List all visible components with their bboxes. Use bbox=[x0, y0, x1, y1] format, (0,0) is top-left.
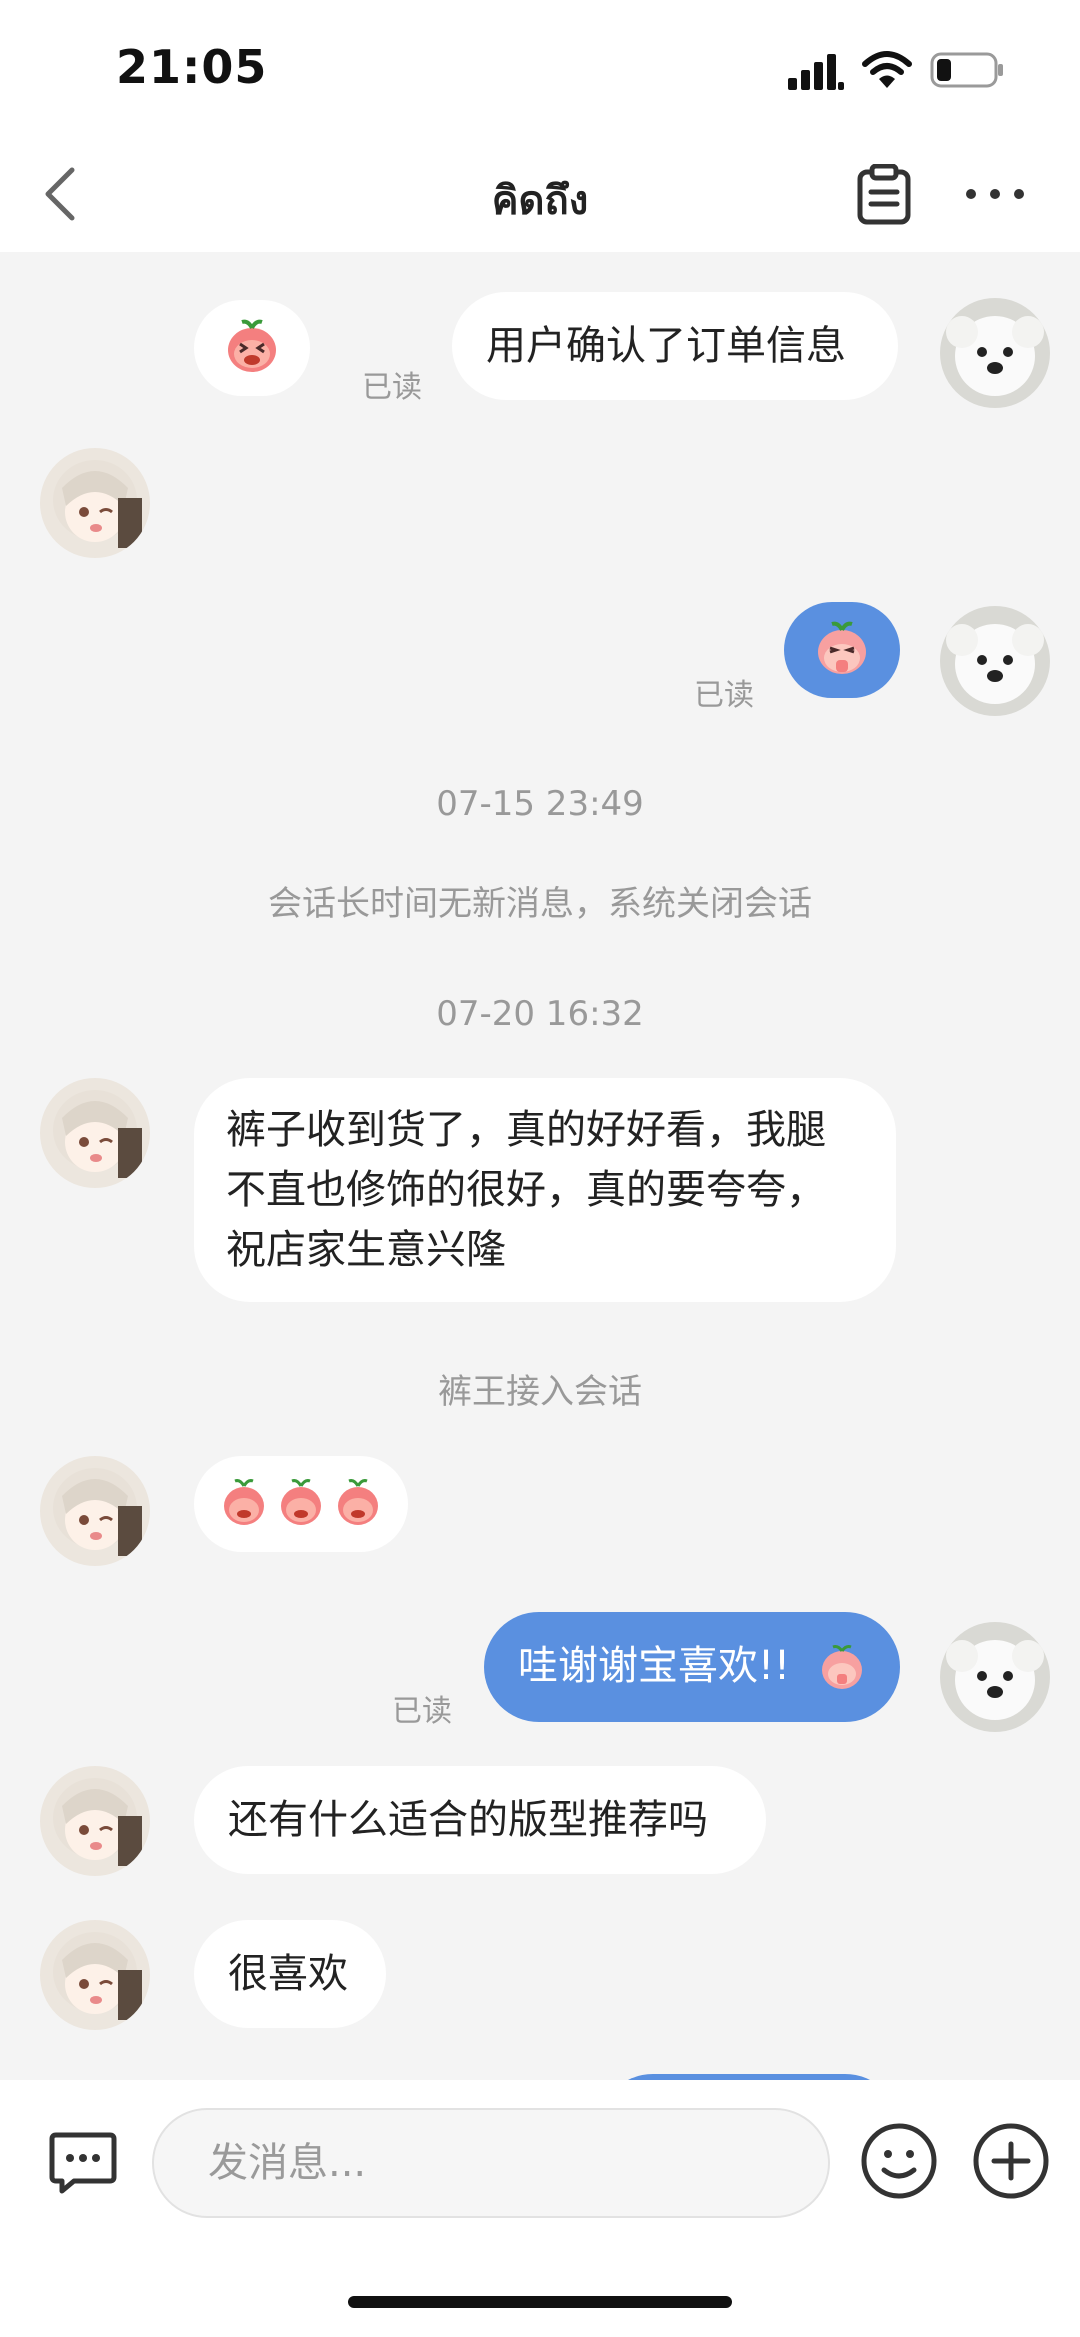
dog-avatar-icon bbox=[940, 298, 1050, 408]
order-button[interactable] bbox=[852, 160, 916, 230]
system-message: 裤王接入会话 bbox=[438, 1372, 642, 1412]
message-input-field[interactable] bbox=[152, 2108, 830, 2218]
input-bar bbox=[0, 2080, 1080, 2337]
sticker-bubble[interactable] bbox=[194, 300, 310, 396]
more-button[interactable] bbox=[960, 162, 1030, 226]
peach-laugh-sticker-group-icon bbox=[224, 1479, 378, 1525]
timestamp: 07-20 16:32 bbox=[436, 994, 644, 1034]
avatar[interactable] bbox=[940, 298, 1050, 408]
chat-bubble-icon bbox=[49, 2132, 117, 2194]
anime-girl-avatar-icon bbox=[40, 1456, 150, 1566]
clipboard-icon bbox=[857, 164, 911, 225]
system-message: 会话长时间无新消息，系统关闭会话 bbox=[268, 884, 812, 924]
wifi-icon bbox=[862, 51, 912, 88]
status-time: 21:05 bbox=[116, 40, 268, 94]
anime-girl-avatar-icon bbox=[40, 1920, 150, 2030]
message-text: 哇谢谢宝喜欢!! bbox=[518, 1643, 791, 1689]
avatar[interactable] bbox=[40, 1078, 150, 1188]
peach-laugh-sticker-icon bbox=[228, 319, 276, 372]
signal-icon bbox=[788, 54, 844, 90]
anime-girl-avatar-icon bbox=[40, 1766, 150, 1876]
avatar[interactable] bbox=[940, 1622, 1050, 1732]
avatar[interactable] bbox=[40, 448, 150, 558]
message-input[interactable] bbox=[208, 2140, 774, 2186]
battery-icon bbox=[930, 52, 1003, 88]
message-bubble[interactable]: 还有什么适合的版型推荐吗 bbox=[194, 1766, 766, 1874]
message-bubble[interactable]: 很喜欢 bbox=[194, 1920, 386, 2028]
quick-reply-button[interactable] bbox=[44, 2124, 122, 2202]
peach-sticker-inline-icon bbox=[822, 1645, 862, 1689]
nav-bar: คิดถึง bbox=[0, 140, 1080, 252]
emoji-button-icon[interactable] bbox=[860, 2122, 938, 2200]
status-bar: 21:05 bbox=[0, 0, 1080, 140]
dog-avatar-icon bbox=[940, 1622, 1050, 1732]
avatar[interactable] bbox=[40, 1766, 150, 1876]
avatar[interactable] bbox=[940, 606, 1050, 716]
avatar[interactable] bbox=[40, 1920, 150, 2030]
anime-girl-avatar-icon bbox=[40, 1078, 150, 1188]
read-receipt: 已读 bbox=[694, 678, 754, 713]
avatar[interactable] bbox=[40, 1456, 150, 1566]
timestamp: 07-15 23:49 bbox=[436, 784, 644, 824]
peach-pray-sticker-icon bbox=[818, 621, 866, 674]
home-indicator bbox=[348, 2296, 732, 2308]
message-bubble[interactable]: 用户确认了订单信息 bbox=[452, 292, 898, 400]
sticker-bubble[interactable] bbox=[194, 1456, 408, 1552]
page-title: คิดถึง bbox=[491, 178, 589, 224]
plus-button-icon[interactable] bbox=[972, 2122, 1050, 2200]
message-bubble[interactable]: 裤子收到货了，真的好好看，我腿不直也修饰的很好，真的要夸夸，祝店家生意兴隆 bbox=[194, 1078, 896, 1302]
read-receipt: 已读 bbox=[392, 1694, 452, 1729]
anime-girl-avatar-icon bbox=[40, 448, 150, 558]
message-bubble[interactable]: 哇谢谢宝喜欢!! bbox=[484, 1612, 900, 1722]
sticker-bubble[interactable] bbox=[784, 602, 900, 698]
dog-avatar-icon bbox=[940, 606, 1050, 716]
read-receipt: 已读 bbox=[362, 370, 422, 405]
more-dots-icon bbox=[966, 189, 1024, 199]
chat-area[interactable]: 用户确认了订单信息 已读 已读 07-15 23:49 会话长时间无新消息，系统… bbox=[0, 252, 1080, 2080]
